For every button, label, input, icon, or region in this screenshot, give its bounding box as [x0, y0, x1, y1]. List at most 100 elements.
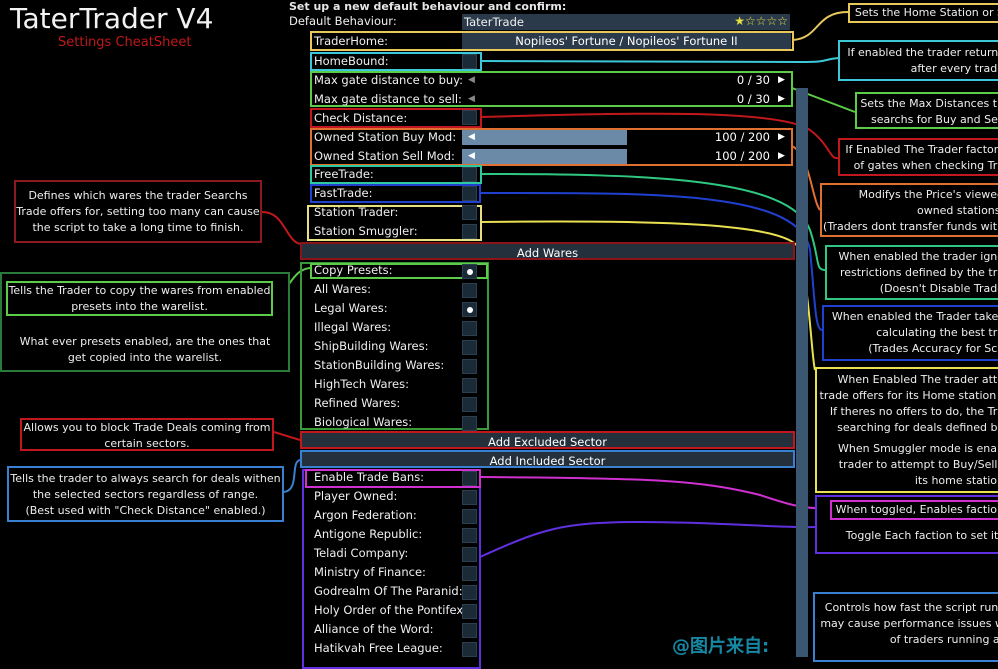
connector-bans — [479, 476, 831, 510]
note-trader-home: Sets the Home Station or S — [848, 3, 998, 23]
list-item-label: Enable Trade Bans: — [314, 470, 425, 484]
default-behaviour-value: TaterTrade — [464, 15, 524, 29]
list-item-checkbox[interactable] — [462, 490, 477, 505]
max-sell-label: Max gate distance to sell: — [314, 92, 462, 106]
list-item-label: Godrealm Of The Paranid: — [314, 584, 463, 598]
sell-mod-slider-fill[interactable] — [462, 149, 627, 164]
max-sell-value: 0 / 30 — [736, 92, 770, 106]
list-item-checkbox[interactable] — [462, 340, 477, 355]
buy-mod-label: Owned Station Buy Mod: — [314, 130, 457, 144]
connector-homebound — [480, 57, 839, 64]
increase-arrow-icon[interactable]: ▶ — [778, 94, 785, 104]
list-item-checkbox[interactable] — [462, 302, 477, 317]
list-item-label: Biological Wares: — [314, 415, 413, 429]
max-buy-value: 0 / 30 — [736, 73, 770, 87]
note-station-trader: When Enabled The trader atte trade offers… — [815, 367, 998, 493]
list-item-checkbox[interactable] — [462, 528, 477, 543]
fast-trade-checkbox[interactable] — [462, 186, 477, 201]
connector-included — [283, 459, 301, 493]
trader-home-button[interactable]: Nopileos' Fortune / Nopileos' Fortune II — [462, 33, 791, 49]
list-item-label: Argon Federation: — [314, 508, 417, 522]
list-item-label: ShipBuilding Wares: — [314, 339, 429, 353]
list-item-checkbox[interactable] — [462, 642, 477, 657]
station-smuggler-label: Station Smuggler: — [314, 224, 418, 238]
check-distance-checkbox[interactable] — [462, 110, 477, 125]
homebound-label: HomeBound: — [314, 54, 389, 68]
trader-home-label: TraderHome: — [314, 34, 389, 48]
note-script-speed: Controls how fast the script runs may cau… — [813, 592, 998, 662]
buy-mod-value: 100 / 200 — [714, 130, 770, 144]
note-copy-presets: Tells the Trader to copy the wares from … — [6, 281, 273, 316]
note-homebound: If enabled the trader returns after every… — [838, 40, 998, 81]
decrease-arrow-icon[interactable]: ◀ — [468, 94, 475, 104]
watermark: @图片来自: — [672, 636, 770, 657]
list-item-checkbox[interactable] — [462, 264, 477, 279]
buy-mod-slider-fill[interactable] — [462, 130, 627, 145]
list-item-label: Illegal Wares: — [314, 320, 392, 334]
list-item-checkbox[interactable] — [462, 604, 477, 619]
increase-arrow-icon[interactable]: ▶ — [778, 75, 785, 85]
list-item-checkbox[interactable] — [462, 566, 477, 581]
connector-excluded — [273, 431, 301, 441]
increase-arrow-icon[interactable]: ▶ — [778, 132, 785, 142]
list-item-label: Copy Presets: — [314, 263, 393, 277]
add-excluded-sector-button[interactable]: Add Excluded Sector — [300, 431, 795, 449]
list-item-label: All Wares: — [314, 282, 372, 296]
list-item-label: Antigone Republic: — [314, 527, 423, 541]
list-item-checkbox[interactable] — [462, 416, 477, 431]
fast-trade-label: FastTrade: — [314, 186, 373, 200]
decrease-arrow-icon[interactable]: ◀ — [468, 75, 475, 85]
list-item-label: StationBuilding Wares: — [314, 358, 445, 372]
note-fast-trade: When enabled the Trader takes calculating… — [822, 305, 998, 361]
list-item-label: HighTech Wares: — [314, 377, 409, 391]
max-buy-label: Max gate distance to buy: — [314, 73, 464, 87]
sell-mod-value: 100 / 200 — [714, 149, 770, 163]
list-item-checkbox[interactable] — [462, 547, 477, 562]
station-trader-checkbox[interactable] — [462, 205, 477, 220]
note-wares: Defines which wares the trader Searchs Tr… — [14, 180, 262, 243]
station-smuggler-checkbox[interactable] — [462, 224, 477, 239]
list-item-checkbox[interactable] — [462, 283, 477, 298]
free-trade-label: FreeTrade: — [314, 167, 374, 181]
list-item-label: Alliance of the Word: — [314, 622, 434, 636]
add-wares-button[interactable]: Add Wares — [300, 242, 795, 260]
list-item-label: Teladi Company: — [314, 546, 409, 560]
note-included-sector: Tells the trader to always search for de… — [7, 466, 284, 522]
list-item-checkbox[interactable] — [462, 623, 477, 638]
note-trade-bans: When toggled, Enables faction — [830, 500, 998, 520]
sell-mod-label: Owned Station Sell Mod: — [314, 149, 455, 163]
decrease-arrow-icon[interactable]: ◀ — [468, 132, 475, 142]
list-item-label: Holy Order of the Pontifex: — [314, 603, 468, 617]
note-max-distance: Sets the Max Distances th searchs for Buy… — [855, 92, 998, 129]
list-item-label: Hatikvah Free League: — [314, 641, 443, 655]
default-behaviour-label: Default Behaviour: — [289, 14, 397, 28]
list-item-label: Refined Wares: — [314, 396, 401, 410]
increase-arrow-icon[interactable]: ▶ — [778, 151, 785, 161]
list-item-label: Legal Wares: — [314, 301, 388, 315]
station-trader-label: Station Trader: — [314, 205, 399, 219]
connector-faction — [479, 520, 816, 558]
free-trade-checkbox[interactable] — [462, 167, 477, 182]
note-excluded-sector: Allows you to block Trade Deals coming f… — [20, 418, 274, 451]
check-distance-label: Check Distance: — [314, 111, 408, 125]
list-item-checkbox[interactable] — [462, 585, 477, 600]
scrollbar[interactable] — [796, 88, 808, 657]
homebound-checkbox[interactable] — [462, 54, 477, 69]
list-item-checkbox[interactable] — [462, 509, 477, 524]
list-item-checkbox[interactable] — [462, 359, 477, 374]
note-free-trade: When enabled the trader igno restrictions… — [825, 245, 998, 300]
list-item-label: Ministry of Finance: — [314, 565, 426, 579]
star-rating: ★☆☆☆☆ — [734, 14, 788, 28]
list-item-checkbox[interactable] — [462, 321, 477, 336]
list-item-checkbox[interactable] — [462, 378, 477, 393]
note-check-distance: If Enabled The Trader factors of gates wh… — [838, 138, 998, 176]
decrease-arrow-icon[interactable]: ◀ — [468, 151, 475, 161]
default-behaviour-select[interactable]: TaterTrade ★☆☆☆☆ — [462, 14, 790, 30]
connector-home — [792, 11, 849, 41]
list-item-checkbox[interactable] — [462, 471, 477, 486]
list-item-checkbox[interactable] — [462, 397, 477, 412]
connector-wares — [261, 211, 301, 245]
list-item-label: Player Owned: — [314, 489, 398, 503]
add-included-sector-button[interactable]: Add Included Sector — [300, 450, 795, 468]
setup-heading: Set up a new default behaviour and confi… — [289, 0, 567, 13]
